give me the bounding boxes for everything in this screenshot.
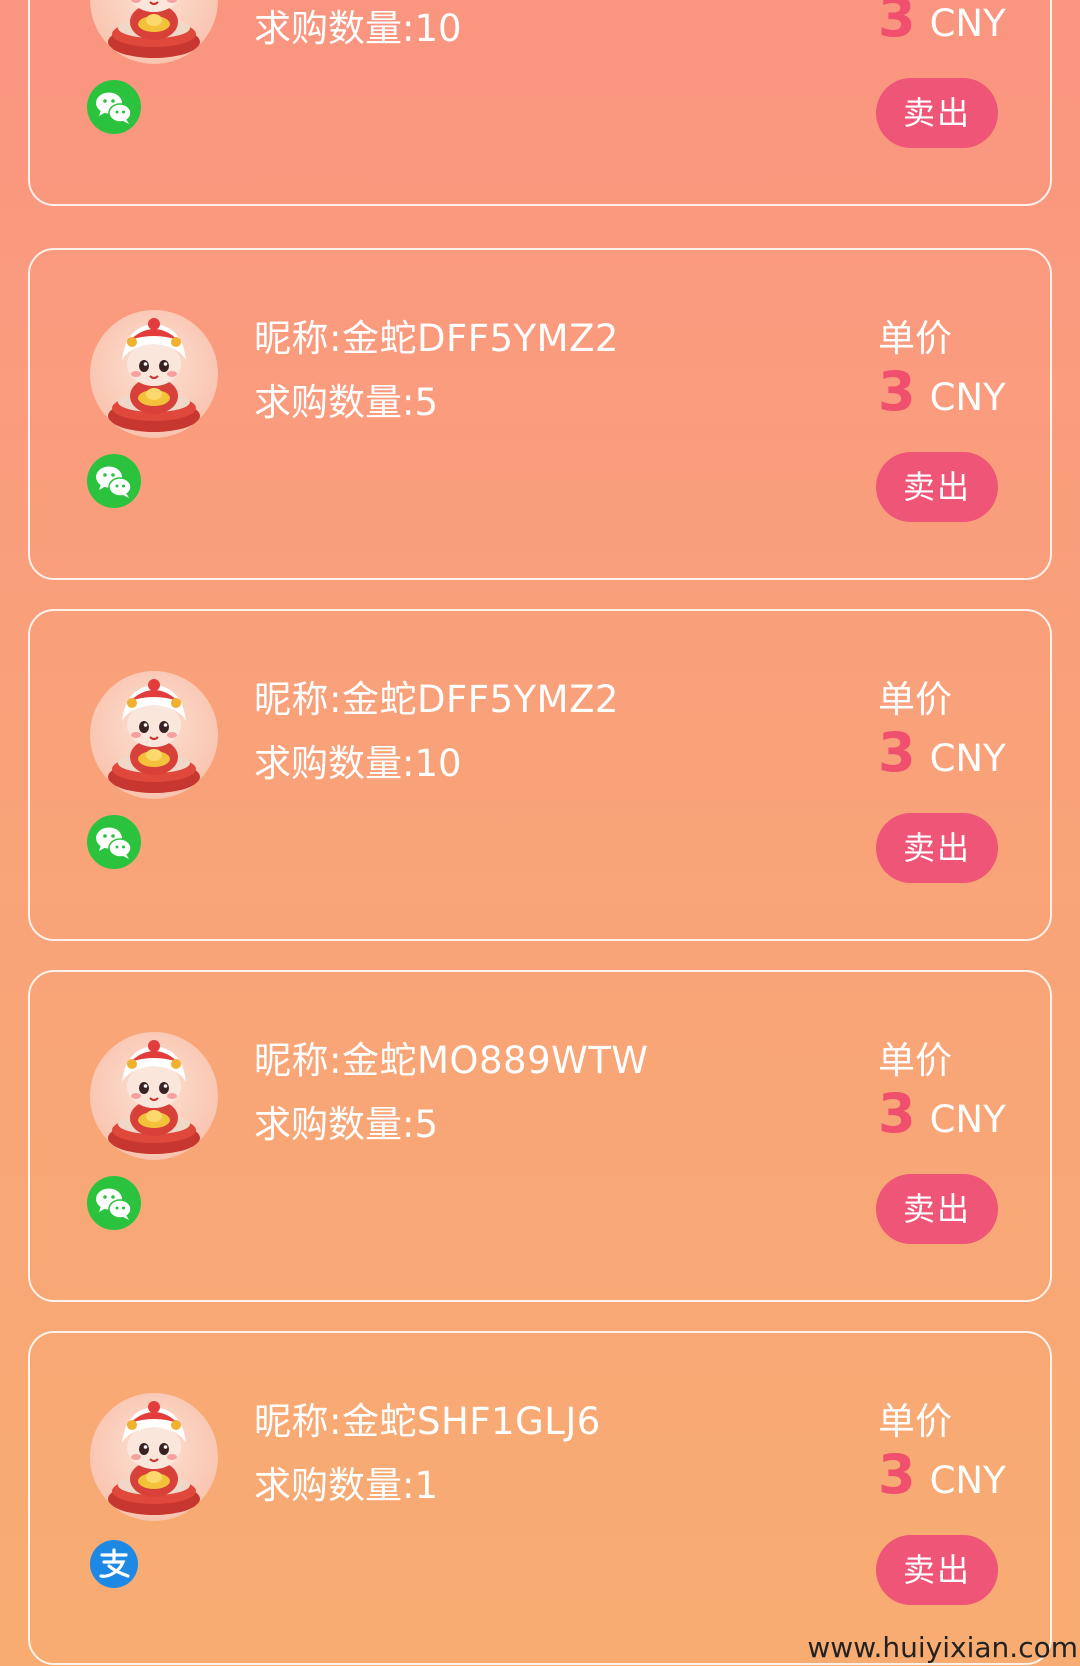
- price-value: 3: [878, 360, 916, 423]
- price: 3 CNY: [878, 360, 1006, 423]
- price-value: 3: [878, 0, 916, 49]
- quantity: 求购数量:1: [254, 1464, 439, 1507]
- quantity: 求购数量:10: [254, 7, 462, 50]
- avatar: [90, 671, 218, 799]
- avatar: [90, 310, 218, 438]
- price-label: 单价: [878, 1039, 952, 1082]
- watermark: www.huiyixian.com: [807, 1631, 1078, 1664]
- buy-order-card: 昵称:金蛇SHF1GLJ6 求购数量:1 单价 3 CNY 卖出: [28, 1331, 1052, 1665]
- snake-avatar-icon: [90, 671, 218, 799]
- price-value: 3: [878, 721, 916, 784]
- nickname: 昵称:金蛇MO889WTW: [254, 1039, 649, 1082]
- snake-avatar-icon: [90, 1393, 218, 1521]
- quantity: 求购数量:5: [254, 1103, 439, 1146]
- snake-avatar-icon: [90, 0, 218, 64]
- price: 3 CNY: [878, 721, 1006, 784]
- avatar: [90, 0, 218, 64]
- buy-order-list: 求购数量:10 3 CNY 卖出 昵称:金蛇DFF5YMZ2 求购数量:5 单价 …: [0, 0, 1080, 1666]
- buy-order-card: 昵称:金蛇DFF5YMZ2 求购数量:5 单价 3 CNY 卖出: [28, 248, 1052, 580]
- wechat-pay-icon: [86, 814, 142, 870]
- nickname: 昵称:金蛇DFF5YMZ2: [254, 317, 619, 360]
- sell-button[interactable]: 卖出: [876, 452, 998, 522]
- alipay-icon: [86, 1536, 142, 1592]
- buy-order-card: 昵称:金蛇DFF5YMZ2 求购数量:10 单价 3 CNY 卖出: [28, 609, 1052, 941]
- wechat-pay-icon: [86, 453, 142, 509]
- sell-button[interactable]: 卖出: [876, 78, 998, 148]
- price-label: 单价: [878, 1400, 952, 1443]
- quantity: 求购数量:10: [254, 742, 462, 785]
- price-unit: CNY: [929, 737, 1006, 780]
- price: 3 CNY: [878, 0, 1006, 49]
- nickname: 昵称:金蛇SHF1GLJ6: [254, 1400, 601, 1443]
- sell-button[interactable]: 卖出: [876, 1174, 998, 1244]
- price-unit: CNY: [929, 1098, 1006, 1141]
- wechat-pay-icon: [86, 1175, 142, 1231]
- price: 3 CNY: [878, 1082, 1006, 1145]
- buy-order-card: 求购数量:10 3 CNY 卖出: [28, 0, 1052, 206]
- price-label: 单价: [878, 678, 952, 721]
- price-label: 单价: [878, 317, 952, 360]
- price-unit: CNY: [929, 2, 1006, 45]
- quantity: 求购数量:5: [254, 381, 439, 424]
- snake-avatar-icon: [90, 310, 218, 438]
- price-unit: CNY: [929, 376, 1006, 419]
- price-value: 3: [878, 1443, 916, 1506]
- sell-button[interactable]: 卖出: [876, 813, 998, 883]
- snake-avatar-icon: [90, 1032, 218, 1160]
- buy-order-card: 昵称:金蛇MO889WTW 求购数量:5 单价 3 CNY 卖出: [28, 970, 1052, 1302]
- wechat-pay-icon: [86, 79, 142, 135]
- nickname: 昵称:金蛇DFF5YMZ2: [254, 678, 619, 721]
- price-unit: CNY: [929, 1459, 1006, 1502]
- price: 3 CNY: [878, 1443, 1006, 1506]
- avatar: [90, 1032, 218, 1160]
- avatar: [90, 1393, 218, 1521]
- sell-button[interactable]: 卖出: [876, 1535, 998, 1605]
- price-value: 3: [878, 1082, 916, 1145]
